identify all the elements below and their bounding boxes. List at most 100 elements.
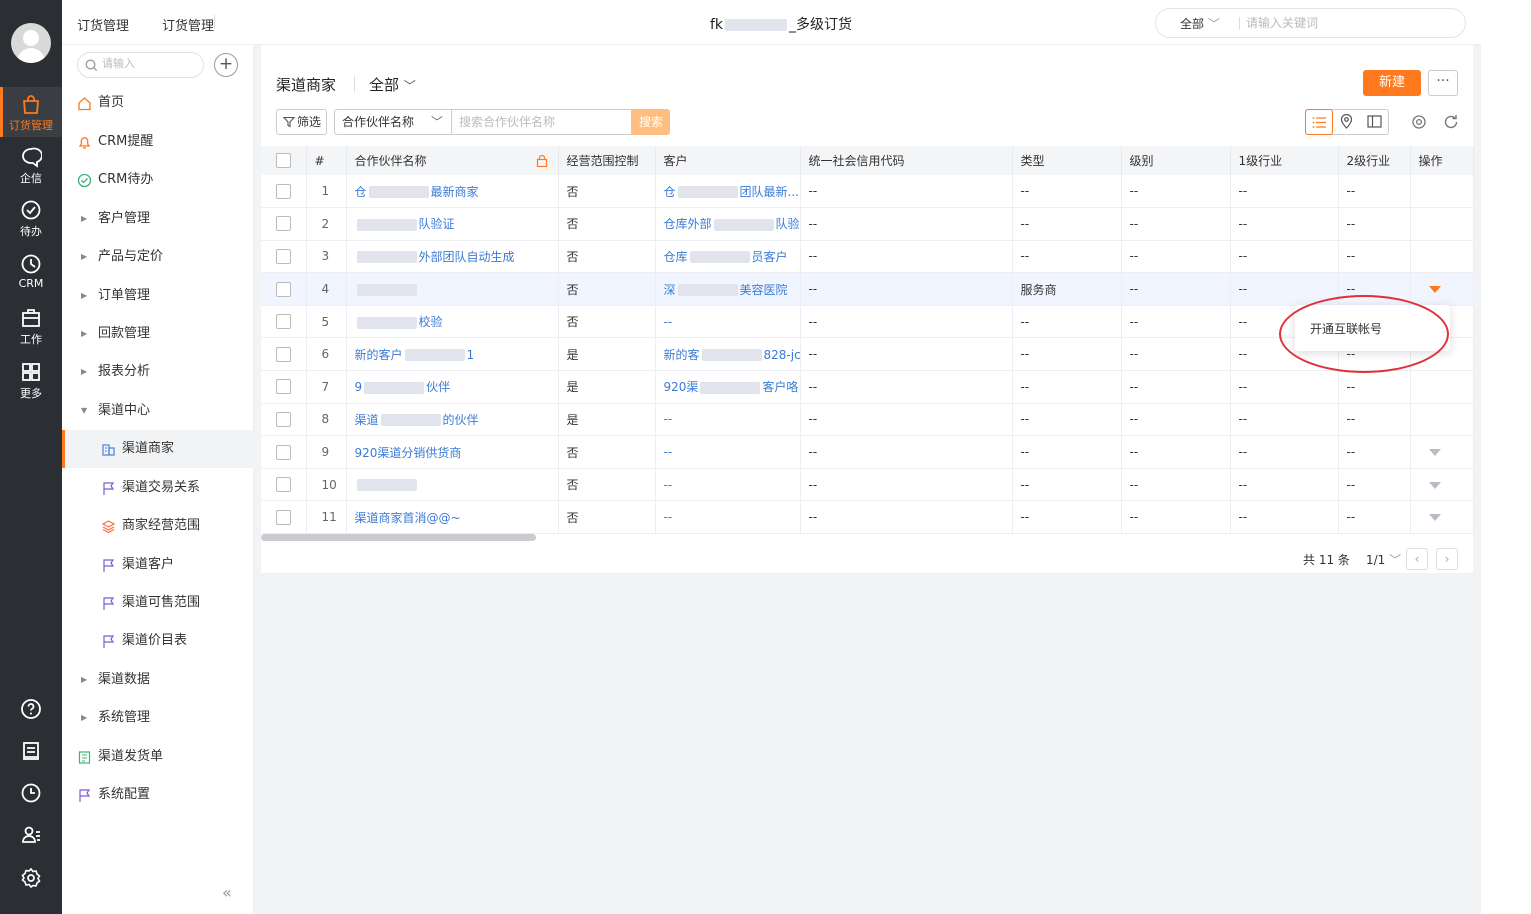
- partner-name-link[interactable]: 新的客户 1: [346, 337, 559, 372]
- sidebar-item-channel-customers[interactable]: 渠道客户: [62, 546, 254, 584]
- new-button[interactable]: 新建: [1363, 70, 1421, 96]
- row-checkbox[interactable]: [276, 477, 291, 493]
- row-checkbox[interactable]: [276, 411, 291, 427]
- more-button[interactable]: ···: [1428, 70, 1458, 96]
- customer-link[interactable]: 深 美容医院: [655, 272, 801, 306]
- partner-name-link[interactable]: 920渠道分销供货商: [346, 435, 559, 469]
- global-search-input[interactable]: [1246, 14, 1446, 32]
- sidebar-item-customers[interactable]: ▶ 客户管理: [62, 200, 254, 238]
- menu-item-open-interconnect-account[interactable]: 开通互联帐号: [1310, 320, 1382, 337]
- avatar[interactable]: [11, 23, 51, 63]
- table-row[interactable]: 6新的客户1是新的客828-jch01----------: [261, 337, 1474, 372]
- row-checkbox[interactable]: [276, 509, 291, 525]
- sidebar-item-crm-reminder[interactable]: CRM提醒: [62, 123, 254, 161]
- sidebar-item-system-config[interactable]: 系统配置: [62, 776, 254, 814]
- sidebar-item-system-admin[interactable]: ▶ 系统管理: [62, 699, 254, 737]
- customer-link[interactable]: 新的客 828-jch01: [655, 337, 801, 372]
- column-header[interactable]: 1级行业: [1230, 146, 1339, 175]
- partner-search-input[interactable]: [451, 109, 632, 135]
- table-row[interactable]: 1 仓最新商家否仓团队最新... -- -- -- -- --: [261, 175, 1474, 209]
- caret-down-icon[interactable]: [1428, 286, 1441, 294]
- customer-link[interactable]: --: [655, 500, 801, 535]
- help-icon[interactable]: [19, 697, 43, 721]
- row-checkbox[interactable]: [276, 183, 291, 199]
- scope-select[interactable]: 全部 ﹀: [369, 74, 416, 95]
- notebook-icon[interactable]: [19, 739, 43, 763]
- sidebar-item-channel-merchants[interactable]: 渠道商家: [62, 430, 254, 468]
- customer-link[interactable]: 仓库外部 队验证: [655, 207, 801, 241]
- list-view-button[interactable]: [1305, 109, 1333, 135]
- sidebar-item-channel-data[interactable]: ▶ 渠道数据: [62, 661, 254, 699]
- history-icon[interactable]: [19, 781, 43, 805]
- sidebar-item-products[interactable]: ▶ 产品与定价: [62, 238, 254, 276]
- partner-name-link[interactable]: 校验: [346, 305, 559, 339]
- partner-name-link[interactable]: 外部团队自动生成: [346, 240, 559, 274]
- table-row[interactable]: 7 9 伙伴是 920渠 客户咯 -- -- -- -- --: [261, 370, 1474, 404]
- column-header[interactable]: 级别: [1121, 146, 1231, 175]
- collapse-sidebar-button[interactable]: «: [222, 883, 232, 902]
- table-row[interactable]: 11 渠道商家首消@@~ 否 -- -- -- -- -- --: [261, 500, 1474, 535]
- breadcrumb-module[interactable]: 订货管理: [162, 15, 214, 34]
- next-page-button[interactable]: ›: [1436, 548, 1458, 570]
- partner-name-link[interactable]: 渠道 的伙伴: [346, 403, 559, 437]
- row-checkbox[interactable]: [276, 346, 291, 362]
- table-row[interactable]: 9 920渠道分销供货商否 -- -- -- -- -- --: [261, 435, 1474, 469]
- customer-link[interactable]: 仓 团队最新...: [655, 175, 801, 209]
- row-checkbox[interactable]: [276, 444, 291, 460]
- rail-item-work[interactable]: 工作: [0, 301, 62, 351]
- sidebar-item-channel-center[interactable]: ▼ 渠道中心: [62, 392, 254, 430]
- column-header-name[interactable]: 合作伙伴名称: [346, 146, 559, 175]
- sidebar-item-channel-sale-range[interactable]: 渠道可售范围: [62, 584, 254, 622]
- sidebar-item-channel-trade[interactable]: 渠道交易关系: [62, 469, 254, 507]
- table-row[interactable]: 5 校验否 -- -- -- -- --: [261, 305, 1474, 339]
- table-row[interactable]: 2队验证否仓库外部队验证----------: [261, 207, 1474, 241]
- select-all-checkbox[interactable]: [276, 153, 291, 168]
- customer-link[interactable]: --: [655, 305, 801, 339]
- column-header[interactable]: 经营范围控制: [558, 146, 656, 175]
- sidebar-item-reports[interactable]: ▶ 报表分析: [62, 353, 254, 391]
- customer-link[interactable]: 仓库 员客户: [655, 240, 801, 274]
- row-checkbox[interactable]: [276, 216, 291, 232]
- search-scope-select[interactable]: 全部 ﹀: [1180, 15, 1220, 32]
- customer-link[interactable]: --: [655, 468, 801, 502]
- partner-name-link[interactable]: [346, 272, 559, 306]
- caret-down-icon[interactable]: [1428, 449, 1441, 457]
- rail-item-more[interactable]: 更多: [0, 355, 62, 405]
- horizontal-scrollbar[interactable]: [261, 534, 536, 541]
- prev-page-button[interactable]: ‹: [1406, 548, 1428, 570]
- rail-item-chat[interactable]: 企信: [0, 140, 62, 190]
- sidebar-item-home[interactable]: 首页: [62, 84, 254, 122]
- column-header[interactable]: #: [306, 146, 347, 175]
- breadcrumb-app[interactable]: 订货管理: [77, 15, 129, 34]
- partner-name-link[interactable]: 9 伙伴: [346, 370, 559, 404]
- caret-down-icon[interactable]: [1428, 481, 1441, 489]
- contacts-icon[interactable]: [19, 823, 43, 847]
- rail-item-crm[interactable]: CRM: [0, 247, 62, 297]
- table-row[interactable]: 8 渠道 的伙伴是 -- -- -- -- -- --: [261, 403, 1474, 437]
- table-row[interactable]: 4 否深美容医院 -- 服务商 -- -- --: [261, 272, 1474, 306]
- filter-button[interactable]: 筛选: [276, 109, 327, 135]
- table-row[interactable]: 10 否 -- -- -- -- -- --: [261, 468, 1474, 502]
- field-select[interactable]: 合作伙伴名称 ﹀: [334, 109, 451, 135]
- column-header[interactable]: 类型: [1012, 146, 1122, 175]
- settings-icon[interactable]: [1410, 113, 1428, 131]
- row-checkbox[interactable]: [276, 379, 291, 395]
- row-checkbox[interactable]: [276, 248, 291, 264]
- sidebar-item-merchant-scope[interactable]: 商家经营范围: [62, 507, 254, 545]
- customer-link[interactable]: --: [655, 435, 801, 469]
- partner-name-link[interactable]: 仓 最新商家: [346, 175, 559, 209]
- pager-page-select[interactable]: 1/1 ﹀: [1366, 551, 1401, 568]
- refresh-icon[interactable]: [1442, 113, 1460, 131]
- partner-name-link[interactable]: 队验证: [346, 207, 559, 241]
- sidebar-item-channel-pricebook[interactable]: 渠道价目表: [62, 622, 254, 660]
- caret-down-icon[interactable]: [1428, 514, 1441, 522]
- column-header[interactable]: 客户: [655, 146, 801, 175]
- rail-item-order[interactable]: 订货管理: [0, 87, 62, 137]
- customer-link[interactable]: --: [655, 403, 801, 437]
- map-view-button[interactable]: [1333, 109, 1361, 135]
- row-checkbox[interactable]: [276, 314, 291, 330]
- sidebar-item-payments[interactable]: ▶ 回款管理: [62, 315, 254, 353]
- sidebar-item-delivery[interactable]: 渠道发货单: [62, 738, 254, 776]
- column-header[interactable]: 统一社会信用代码: [800, 146, 1013, 175]
- row-checkbox[interactable]: [276, 281, 291, 297]
